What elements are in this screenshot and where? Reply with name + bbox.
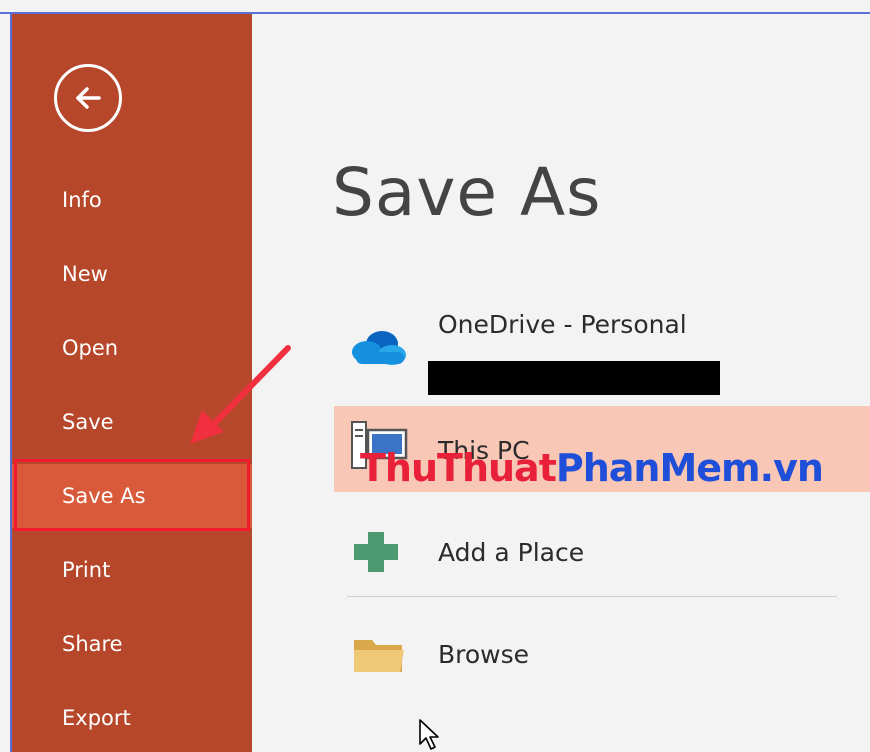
backstage-window: Info New Open Save Save As Print Share E… [0, 0, 870, 752]
place-label: Browse [438, 640, 530, 669]
watermark-part: PhanMem [555, 446, 761, 490]
annotation-highlight-box [14, 459, 250, 531]
folder-icon [354, 640, 404, 672]
sidebar-item-print[interactable]: Print [12, 538, 252, 602]
place-label: OneDrive - Personal [438, 310, 687, 339]
sidebar-item-label: Open [62, 336, 119, 360]
sidebar-item-new[interactable]: New [12, 242, 252, 306]
watermark: ThuThuatPhanMem.vn [360, 446, 824, 490]
sidebar-item-label: New [62, 262, 108, 286]
sidebar-item-label: Print [62, 558, 111, 582]
page-title: Save As [332, 154, 602, 231]
sidebar-item-label: Save [62, 410, 114, 434]
sidebar-item-label: Info [62, 188, 102, 212]
sidebar-item-export[interactable]: Export [12, 686, 252, 750]
place-browse[interactable]: Browse [334, 624, 870, 684]
mouse-cursor-icon [419, 719, 439, 750]
sidebar-item-info[interactable]: Info [12, 168, 252, 232]
back-arrow-icon [76, 87, 101, 109]
watermark-part: ThuThuat [360, 446, 557, 490]
place-label: Add a Place [438, 538, 585, 567]
redacted-account [428, 361, 720, 395]
annotation-arrow-icon [190, 345, 291, 444]
onedrive-cloud-icon [352, 331, 406, 365]
place-add-a-place[interactable]: Add a Place [334, 522, 870, 582]
divider [347, 596, 837, 597]
place-onedrive[interactable]: OneDrive - Personal [334, 304, 870, 395]
sidebar-item-label: Share [62, 632, 123, 656]
sidebar-item-label: Export [62, 706, 131, 730]
sidebar-item-share[interactable]: Share [12, 612, 252, 676]
back-button[interactable] [54, 64, 122, 132]
save-as-panel: Save As OneDrive - Personal This PC Add … [252, 14, 870, 752]
watermark-part: .vn [759, 446, 824, 490]
plus-icon [354, 532, 398, 572]
